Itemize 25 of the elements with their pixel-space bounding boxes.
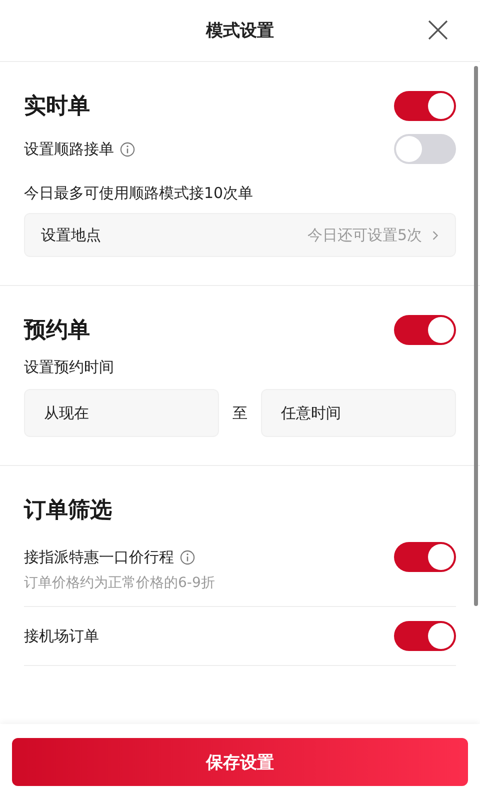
toggle-switch[interactable] (394, 315, 456, 345)
scrollbar[interactable] (474, 66, 478, 606)
info-icon[interactable] (180, 550, 195, 564)
start-time-field[interactable]: 从现在 (24, 389, 219, 437)
range-separator: 至 (232, 404, 248, 422)
section-title: 订单筛选 (24, 497, 112, 525)
hint-text: 订单价格约为正常价格的6-9折 (24, 574, 216, 592)
save-button[interactable]: 保存设置 (12, 738, 468, 786)
setting-label: 接机场订单 (24, 626, 99, 646)
toggle-switch[interactable] (394, 134, 456, 164)
toggle-switch[interactable] (394, 621, 456, 651)
section-title: 预约单 (24, 317, 90, 345)
chevron-right-icon (432, 230, 439, 240)
toggle-switch[interactable] (394, 542, 456, 572)
dialog-title: 模式设置 (206, 20, 274, 42)
note-text: 今日最多可使用顺路模式接10次单 (24, 183, 254, 204)
setting-label: 接指派特惠一口价行程 (24, 548, 174, 566)
section-title: 实时单 (24, 93, 90, 121)
info-icon[interactable] (120, 142, 135, 156)
setting-label: 设置顺路接单 (24, 140, 114, 158)
note-text: 设置预约时间 (24, 357, 115, 378)
location-row[interactable]: 设置地点 今日还可设置5次 (24, 213, 456, 257)
toggle-switch[interactable] (394, 91, 456, 121)
close-icon[interactable] (428, 20, 448, 40)
end-time-field[interactable]: 任意时间 (261, 389, 456, 437)
